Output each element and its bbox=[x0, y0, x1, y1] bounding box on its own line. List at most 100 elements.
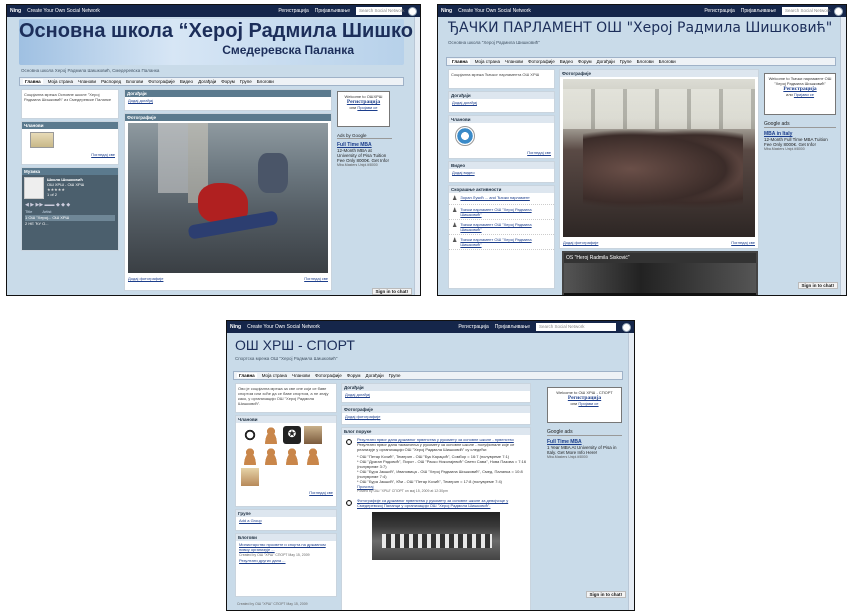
create-network-link[interactable]: Create Your Own Social Network bbox=[247, 324, 320, 330]
site-title[interactable]: ОШ ХРШ - СПОРТ bbox=[235, 337, 355, 353]
nav-tab[interactable]: Видео bbox=[180, 79, 193, 84]
nav-tab[interactable]: Моја страна bbox=[262, 373, 287, 378]
nav-tab[interactable]: Блогови bbox=[126, 79, 143, 84]
nav-tab[interactable]: Форум bbox=[221, 79, 235, 84]
member-thumbnail[interactable] bbox=[30, 132, 54, 148]
nav-tab[interactable]: Чланови bbox=[78, 79, 96, 84]
add-event-link[interactable]: Додај догађај bbox=[125, 97, 331, 104]
nav-tab[interactable]: Групе bbox=[620, 59, 632, 64]
player-controls[interactable]: ◀ ▶ ▶▶ ▬▬ ◆ ◆ ◆ bbox=[22, 201, 118, 209]
member-avatar[interactable] bbox=[283, 447, 301, 465]
scrollbar[interactable] bbox=[414, 17, 420, 295]
nav-tab[interactable]: Чланови bbox=[292, 373, 310, 378]
ning-logo[interactable]: Ning bbox=[230, 324, 241, 330]
site-title[interactable]: Основна школа “Херој Радмила Шишковић” bbox=[19, 20, 420, 43]
activity-text[interactable]: Ђачки парламент ОШ "Херој Радмила Шишков… bbox=[460, 237, 551, 247]
nav-tab[interactable]: Догађаји bbox=[597, 59, 615, 64]
nav-tab[interactable]: Блогови bbox=[659, 59, 676, 64]
nav-tab[interactable]: Фотографије bbox=[528, 59, 555, 64]
register-link[interactable]: Регистрација bbox=[704, 8, 734, 14]
crest-icon[interactable]: ✪ bbox=[283, 426, 301, 444]
nav-tab[interactable]: Групе bbox=[240, 79, 252, 84]
video-player[interactable]: OS "Heroj Radmila Sisković" bbox=[562, 251, 758, 295]
site-title[interactable]: ЂАЧКИ ПАРЛАМЕНТ ОШ "Херој Радмила Шишков… bbox=[448, 20, 832, 36]
activity-text[interactable]: Зоран Лукић ... and Ђачки парламент bbox=[460, 195, 529, 202]
members-see-all-link[interactable]: Погледај све bbox=[449, 149, 554, 156]
welcome-login-link[interactable]: Пријави се bbox=[357, 105, 377, 110]
blog-link[interactable]: Резултати других дана ... bbox=[236, 557, 336, 564]
login-link[interactable]: Пријављивање bbox=[741, 8, 776, 14]
nav-tab[interactable]: Моја страна bbox=[48, 79, 73, 84]
members-see-all-link[interactable]: Погледај све bbox=[22, 151, 118, 158]
member-avatar[interactable] bbox=[262, 447, 280, 465]
ning-logo[interactable]: Ning bbox=[10, 8, 21, 14]
register-link[interactable]: Регистрација bbox=[458, 324, 488, 330]
welcome-login-link[interactable]: Пријави се bbox=[794, 92, 814, 97]
add-event-link[interactable]: Додај догађај bbox=[449, 99, 554, 106]
welcome-login-link[interactable]: Пријави се bbox=[578, 401, 598, 406]
login-link[interactable]: Пријављивање bbox=[315, 8, 350, 14]
nav-tab[interactable]: Чланови bbox=[505, 59, 523, 64]
add-photos-link[interactable]: Додај фотографије bbox=[560, 239, 601, 246]
nav-tab[interactable]: Форум bbox=[578, 59, 592, 64]
nav-tab[interactable]: Форум bbox=[347, 373, 361, 378]
search-input[interactable]: Search Social Network bbox=[536, 323, 616, 331]
create-network-link[interactable]: Create Your Own Social Network bbox=[458, 8, 531, 14]
ad-body: 12-Month MBA at University of Pisa Tuiti… bbox=[337, 148, 389, 163]
search-icon[interactable] bbox=[834, 6, 843, 16]
nav-tab[interactable]: Распоред bbox=[101, 79, 121, 84]
nav-tab[interactable]: Групе bbox=[389, 373, 401, 378]
member-avatar[interactable] bbox=[455, 126, 475, 146]
scrollbar[interactable] bbox=[628, 333, 634, 610]
members-see-all-link[interactable]: Погледај све bbox=[236, 489, 336, 496]
sign-in-chat-button[interactable]: Sign in to chat! bbox=[797, 282, 838, 289]
member-avatar[interactable] bbox=[262, 426, 280, 444]
add-photos-link[interactable]: Додај фотографије bbox=[125, 275, 166, 282]
featured-photo[interactable] bbox=[128, 123, 328, 273]
activity-text[interactable]: Ђачки парламент ОШ "Херој Радмила Шишков… bbox=[460, 207, 551, 217]
member-avatar[interactable] bbox=[304, 447, 322, 465]
ad-url[interactable]: Mba.Masters Unipi.it/8000 bbox=[337, 163, 392, 167]
create-network-link[interactable]: Create Your Own Social Network bbox=[27, 8, 100, 14]
nav-tab[interactable]: Главна bbox=[237, 373, 257, 378]
nav-tab[interactable]: Фотографије bbox=[315, 373, 342, 378]
register-link[interactable]: Регистрација bbox=[278, 8, 308, 14]
member-avatar[interactable] bbox=[241, 447, 259, 465]
add-event-link[interactable]: Додај догађај bbox=[342, 391, 530, 398]
nav-tab[interactable]: Догађаји bbox=[198, 79, 216, 84]
post-title-link[interactable]: Фотографије са државног првенства у руко… bbox=[357, 498, 528, 508]
member-photo[interactable] bbox=[304, 426, 322, 444]
ad-url[interactable]: Mba.Masters Unipi.it/8000 bbox=[547, 455, 622, 459]
ad-url[interactable]: Mba.Masters Unipi.it/8000 bbox=[764, 147, 836, 151]
search-icon[interactable] bbox=[408, 6, 417, 16]
search-input[interactable]: Search Social Network bbox=[356, 7, 405, 15]
login-link[interactable]: Пријављивање bbox=[495, 324, 530, 330]
nav-tab[interactable]: Фотографије bbox=[148, 79, 175, 84]
nav-tab[interactable]: Догађаји bbox=[365, 373, 383, 378]
nav-tab[interactable]: Главна bbox=[23, 79, 43, 84]
sign-in-chat-button[interactable]: Sign in to chat! bbox=[585, 591, 626, 598]
sign-in-chat-button[interactable]: Sign in to chat! bbox=[371, 288, 412, 295]
search-icon[interactable] bbox=[622, 322, 631, 332]
nav-tab[interactable]: Моја страна bbox=[475, 59, 500, 64]
nav-tab[interactable]: Блогови bbox=[257, 79, 274, 84]
add-video-link[interactable]: Додај видео bbox=[449, 169, 554, 176]
member-photo[interactable] bbox=[241, 468, 259, 486]
search-input[interactable]: Search Social Network bbox=[782, 7, 831, 15]
scrollbar[interactable] bbox=[840, 17, 846, 295]
blog-link[interactable]: Министарство просвете и спорта на државн… bbox=[236, 541, 336, 553]
site-tagline: Основна школа Херој Радмила Шишковић, См… bbox=[21, 68, 160, 73]
ning-logo[interactable]: Ning bbox=[441, 8, 452, 14]
soccer-ball-icon[interactable] bbox=[241, 426, 259, 444]
nav-tab[interactable]: Главна bbox=[450, 59, 470, 64]
add-photos-link[interactable]: Додај фотографије bbox=[342, 413, 530, 420]
track-row[interactable]: 2 НЕ ЋУ О... bbox=[25, 221, 115, 227]
featured-photo[interactable] bbox=[563, 79, 755, 237]
nav-tab[interactable]: Видео bbox=[560, 59, 573, 64]
nav-tab[interactable]: Блогови bbox=[637, 59, 654, 64]
photos-see-all-link[interactable]: Погледај све bbox=[728, 239, 758, 246]
post-photo[interactable] bbox=[372, 512, 500, 560]
photos-see-all-link[interactable]: Погледај све bbox=[301, 275, 331, 282]
add-group-link[interactable]: Add a Group bbox=[236, 517, 336, 524]
activity-text[interactable]: Ђачки парламент ОШ "Херој Радмила Шишков… bbox=[460, 222, 551, 232]
